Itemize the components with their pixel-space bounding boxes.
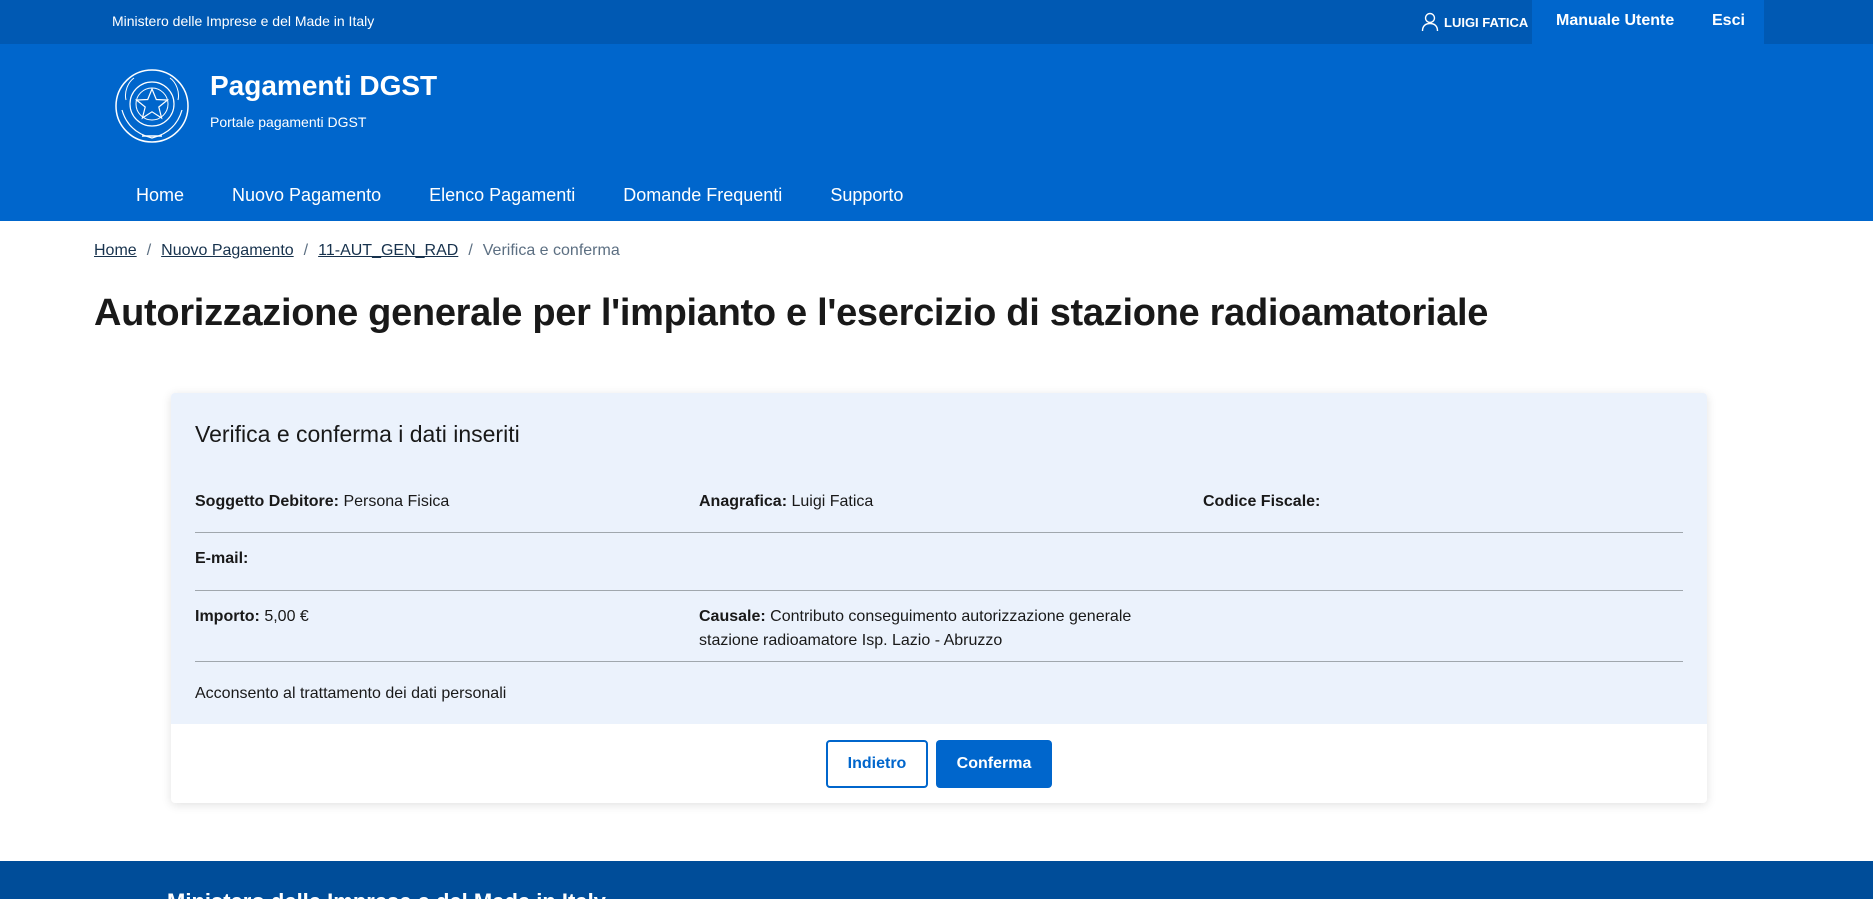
breadcrumb: Home / Nuovo Pagamento / 11-AUT_GEN_RAD … <box>94 242 620 260</box>
summary-row: E-mail: <box>195 533 1683 591</box>
summary-card-body: Verifica e conferma i dati inseriti Sogg… <box>171 393 1707 724</box>
card-actions: Indietro Conferma <box>171 740 1707 788</box>
breadcrumb-current: Verifica e conferma <box>482 242 620 259</box>
slim-header: Ministero delle Imprese e del Made in It… <box>0 0 1873 44</box>
main-nav: Home Nuovo Pagamento Elenco Pagamenti Do… <box>112 180 927 220</box>
user-name: LUIGI FATICA <box>1444 14 1529 30</box>
nav-item-nuovo-pagamento[interactable]: Nuovo Pagamento <box>208 180 405 220</box>
summary-row: Importo: 5,00 € Causale: Contributo cons… <box>195 591 1683 662</box>
field-causale: Causale: Contributo conseguimento autori… <box>699 605 1179 653</box>
card-title: Verifica e conferma i dati inseriti <box>195 421 520 447</box>
page-title: Autorizzazione generale per l'impianto e… <box>94 292 1489 334</box>
field-codice-fiscale: Codice Fiscale: <box>1203 490 1320 514</box>
nav-item-domande-frequenti[interactable]: Domande Frequenti <box>599 180 806 220</box>
header: Pagamenti DGST Portale pagamenti DGST Ho… <box>0 44 1873 221</box>
user-icon <box>1421 12 1439 32</box>
field-email: E-mail: <box>195 547 248 571</box>
field-label: E-mail: <box>195 550 249 567</box>
breadcrumb-nuovo-pagamento[interactable]: Nuovo Pagamento <box>161 242 294 260</box>
breadcrumb-service-code[interactable]: 11-AUT_GEN_RAD <box>318 242 458 260</box>
footer-ministry: Ministero delle Imprese e del Made in It… <box>167 889 606 899</box>
breadcrumb-home[interactable]: Home <box>94 242 137 260</box>
field-anagrafica: Anagrafica: Luigi Fatica <box>699 490 1179 514</box>
field-label: Importo: <box>195 608 260 625</box>
breadcrumb-separator: / <box>303 242 309 259</box>
slim-actions: Manuale Utente Esci <box>1532 0 1764 44</box>
confirm-button[interactable]: Conferma <box>936 740 1052 788</box>
footer: Ministero delle Imprese e del Made in It… <box>0 861 1873 899</box>
field-soggetto-debitore: Soggetto Debitore: Persona Fisica <box>195 490 449 514</box>
summary-row: Soggetto Debitore: Persona Fisica Anagra… <box>195 490 1683 533</box>
field-importo: Importo: 5,00 € <box>195 605 309 629</box>
field-label: Codice Fiscale: <box>1203 493 1321 510</box>
nav-item-supporto[interactable]: Supporto <box>806 180 927 220</box>
back-button[interactable]: Indietro <box>826 740 928 788</box>
field-label: Causale: <box>699 608 766 625</box>
breadcrumb-separator: / <box>468 242 473 259</box>
nav-item-home[interactable]: Home <box>112 180 208 220</box>
field-value: Persona Fisica <box>343 493 450 510</box>
nav-item-elenco-pagamenti[interactable]: Elenco Pagamenti <box>405 180 599 220</box>
user-menu[interactable]: LUIGI FATICA <box>1421 0 1528 44</box>
republic-emblem-icon <box>115 69 189 143</box>
field-label: Soggetto Debitore: <box>195 493 339 510</box>
summary-card: Verifica e conferma i dati inseriti Sogg… <box>171 393 1707 803</box>
field-value: Luigi Fatica <box>791 493 874 510</box>
brand-subtitle: Portale pagamenti DGST <box>210 114 367 130</box>
brand-title[interactable]: Pagamenti DGST <box>210 70 437 102</box>
field-label: Anagrafica: <box>699 493 788 510</box>
consent-text: Acconsento al trattamento dei dati perso… <box>195 685 507 702</box>
breadcrumb-separator: / <box>146 242 152 259</box>
ministry-link[interactable]: Ministero delle Imprese e del Made in It… <box>112 13 374 29</box>
logout-link[interactable]: Esci <box>1712 12 1745 30</box>
manual-link[interactable]: Manuale Utente <box>1556 12 1674 30</box>
field-value: 5,00 € <box>264 608 309 625</box>
